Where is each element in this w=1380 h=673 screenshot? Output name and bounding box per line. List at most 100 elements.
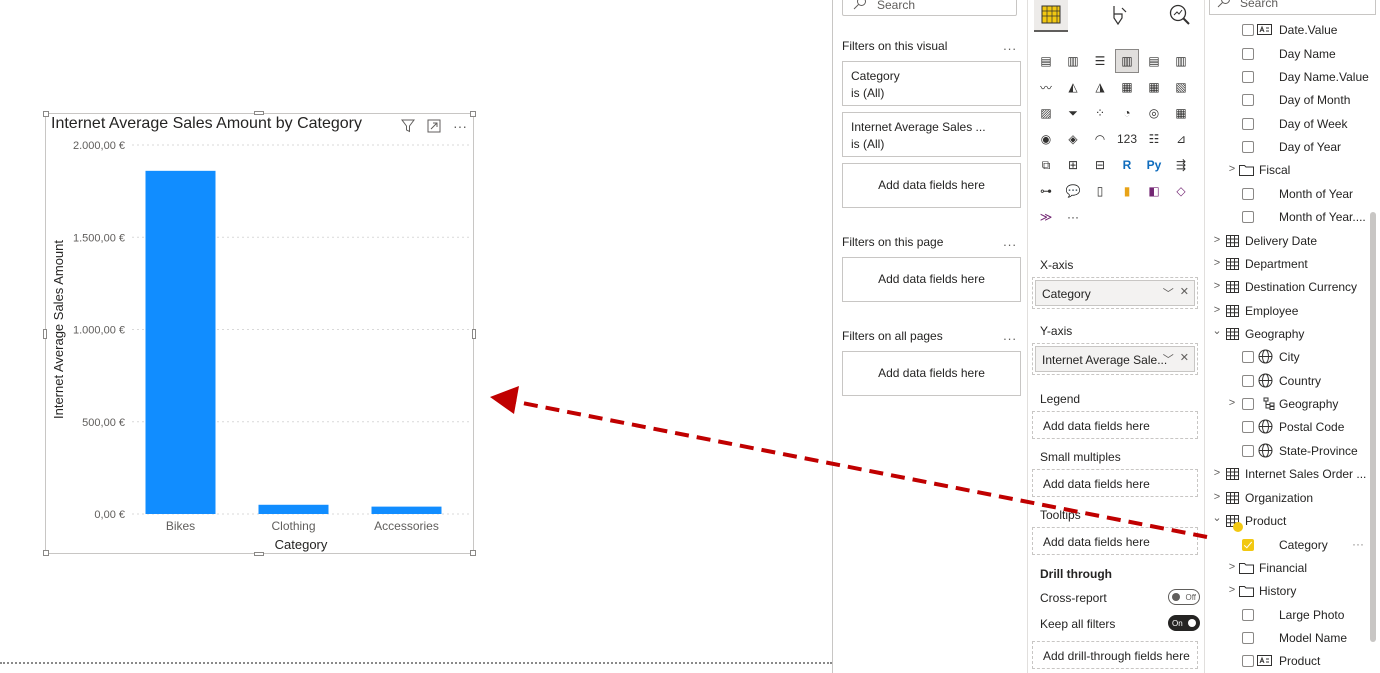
field-table-internet-sales-order-[interactable]: > Internet Sales Order ...: [1205, 463, 1375, 485]
x-axis-well[interactable]: Category ﹀ ✕: [1032, 277, 1198, 309]
field-table-geography[interactable]: ⌄ Geography: [1205, 323, 1375, 345]
line-and-column-chart-icon[interactable]: ▦: [1115, 75, 1139, 99]
field-checkbox[interactable]: [1242, 188, 1254, 200]
field-item[interactable]: Product: [1205, 650, 1375, 672]
keep-all-filters-toggle[interactable]: On: [1168, 615, 1200, 631]
field-item[interactable]: Month of Year....: [1205, 206, 1375, 228]
field-checkbox[interactable]: [1242, 655, 1254, 667]
field-checkbox[interactable]: [1242, 445, 1254, 457]
filled-map-icon[interactable]: ◈: [1061, 127, 1085, 151]
filters-visual-more-button[interactable]: ...: [1003, 38, 1017, 53]
field-checkbox[interactable]: [1242, 609, 1254, 621]
100-stacked-column-chart-icon[interactable]: ▥: [1169, 49, 1193, 73]
build-visual-tab[interactable]: [1034, 0, 1068, 32]
field-item[interactable]: Day of Month: [1205, 89, 1375, 111]
field-checkbox[interactable]: [1242, 375, 1254, 387]
filters-search-input[interactable]: Search: [842, 0, 1017, 16]
field-checkbox[interactable]: [1242, 94, 1254, 106]
qa-visual-icon[interactable]: 💬: [1061, 179, 1085, 203]
x-axis-field-pill[interactable]: Category ﹀ ✕: [1035, 280, 1195, 306]
field-checkbox[interactable]: [1242, 71, 1254, 83]
chevron-right-icon[interactable]: >: [1227, 561, 1237, 573]
filter-card-category[interactable]: Category is (All): [842, 61, 1021, 106]
field-table-destination-currency[interactable]: > Destination Currency: [1205, 276, 1375, 298]
clustered-bar-chart-icon[interactable]: ☰: [1088, 49, 1112, 73]
chevron-right-icon[interactable]: >: [1227, 397, 1237, 409]
line-and-clustered-column-icon[interactable]: ▦: [1142, 75, 1166, 99]
clustered-column-chart-icon[interactable]: ▥: [1115, 49, 1139, 73]
field-item[interactable]: Day of Week: [1205, 113, 1375, 135]
card-icon[interactable]: 123: [1115, 127, 1139, 151]
scatter-chart-icon[interactable]: ⁘: [1088, 101, 1112, 125]
chevron-right-icon[interactable]: >: [1227, 584, 1237, 596]
matrix-icon[interactable]: ⊟: [1088, 153, 1112, 177]
table-icon[interactable]: ⊞: [1061, 153, 1085, 177]
field-checkbox[interactable]: [1242, 398, 1254, 410]
field-item[interactable]: Country: [1205, 370, 1375, 392]
slicer-icon[interactable]: ⧉: [1034, 153, 1058, 177]
chevron-right-icon[interactable]: >: [1212, 257, 1222, 269]
field-checkbox[interactable]: [1242, 539, 1254, 551]
drill-through-well[interactable]: Add drill-through fields here: [1032, 641, 1198, 669]
report-canvas[interactable]: 0,00 € 500,00 € 1.000,00 € 1.500,00 € 2.000,…: [0, 0, 832, 673]
field-table-department[interactable]: > Department: [1205, 253, 1375, 275]
filters-visual-drop-zone[interactable]: Add data fields here: [842, 163, 1021, 208]
filters-all-pages-drop-zone[interactable]: Add data fields here: [842, 351, 1021, 396]
legend-well[interactable]: Add data fields here: [1032, 411, 1198, 439]
power-apps-icon[interactable]: ◧: [1142, 179, 1166, 203]
decomposition-tree-icon[interactable]: ⊶: [1034, 179, 1058, 203]
cross-report-toggle[interactable]: Off: [1168, 589, 1200, 605]
chevron-down-icon[interactable]: ﹀: [1163, 285, 1174, 301]
chevron-right-icon[interactable]: >: [1212, 280, 1222, 292]
treemap-icon[interactable]: ▦: [1169, 101, 1193, 125]
field-item[interactable]: Category ···: [1205, 534, 1375, 556]
gauge-icon[interactable]: ◠: [1088, 127, 1112, 151]
key-influencers-icon[interactable]: ⇶: [1169, 153, 1193, 177]
filter-icon[interactable]: [399, 117, 417, 135]
power-automate-icon[interactable]: ◇: [1169, 179, 1193, 203]
filters-page-more-button[interactable]: ...: [1003, 234, 1017, 249]
line-chart-icon[interactable]: 〰: [1034, 75, 1058, 99]
metrics-icon[interactable]: ▮: [1115, 179, 1139, 203]
map-icon[interactable]: ◉: [1034, 127, 1058, 151]
chevron-right-icon[interactable]: >: [1212, 304, 1222, 316]
chevron-down-icon[interactable]: ⌄: [1212, 325, 1222, 337]
chevron-right-icon[interactable]: >: [1227, 163, 1237, 175]
field-item[interactable]: State-Province: [1205, 440, 1375, 462]
python-visual-icon[interactable]: Py: [1142, 153, 1166, 177]
chevron-right-icon[interactable]: >: [1212, 467, 1222, 479]
donut-chart-icon[interactable]: ◎: [1142, 101, 1166, 125]
focus-mode-icon[interactable]: [425, 117, 443, 135]
field-checkbox[interactable]: [1242, 421, 1254, 433]
tooltips-well[interactable]: Add data fields here: [1032, 527, 1198, 555]
field-folder[interactable]: > Financial: [1205, 557, 1375, 579]
remove-field-icon[interactable]: ✕: [1180, 285, 1189, 301]
smart-narrative-icon[interactable]: ≫: [1034, 205, 1058, 229]
field-item[interactable]: Large Photo: [1205, 604, 1375, 626]
format-visual-tab[interactable]: [1103, 0, 1133, 30]
paginated-report-icon[interactable]: ▯: [1088, 179, 1112, 203]
small-multiples-well[interactable]: Add data fields here: [1032, 469, 1198, 497]
field-item[interactable]: Model Name: [1205, 627, 1375, 649]
field-item[interactable]: Day Name: [1205, 43, 1375, 65]
r-script-visual-icon[interactable]: R: [1115, 153, 1139, 177]
filters-page-drop-zone[interactable]: Add data fields here: [842, 257, 1021, 302]
field-table-delivery-date[interactable]: > Delivery Date: [1205, 230, 1375, 252]
field-table-employee[interactable]: > Employee: [1205, 300, 1375, 322]
multi-row-card-icon[interactable]: ☷: [1142, 127, 1166, 151]
filter-card-internet-average-sales[interactable]: Internet Average Sales ... is (All): [842, 112, 1021, 157]
field-item[interactable]: Day of Year: [1205, 136, 1375, 158]
stacked-column-chart-icon[interactable]: ▥: [1061, 49, 1085, 73]
stacked-area-chart-icon[interactable]: ◮: [1088, 75, 1112, 99]
bar-chart-visual[interactable]: 0,00 € 500,00 € 1.000,00 € 1.500,00 € 2.000,…: [43, 111, 476, 556]
more-options-icon[interactable]: ···: [451, 117, 469, 135]
field-checkbox[interactable]: [1242, 211, 1254, 223]
100-stacked-bar-chart-icon[interactable]: ▤: [1142, 49, 1166, 73]
filters-all-pages-more-button[interactable]: ...: [1003, 328, 1017, 343]
fields-scrollbar[interactable]: [1370, 212, 1376, 642]
fields-search-input[interactable]: Search: [1209, 0, 1376, 15]
waterfall-chart-icon[interactable]: ▨: [1034, 101, 1058, 125]
field-checkbox[interactable]: [1242, 141, 1254, 153]
field-checkbox[interactable]: [1242, 48, 1254, 60]
field-checkbox[interactable]: [1242, 24, 1254, 36]
